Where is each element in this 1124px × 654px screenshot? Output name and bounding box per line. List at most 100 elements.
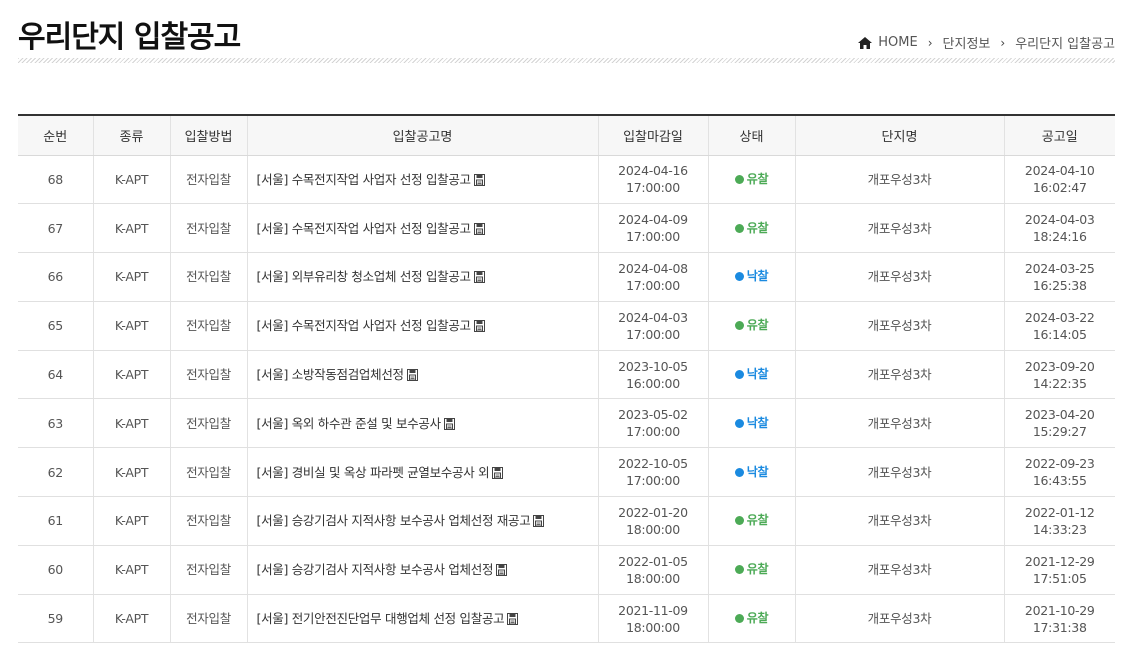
deadline-date: 2021-11-09 xyxy=(618,602,688,618)
bid-title-link[interactable]: [서울] 소방작동점검업체선정 xyxy=(257,367,405,382)
bid-notice-table: 순번 종류 입찰방법 입찰공고명 입찰마감일 상태 단지명 공고일 68 K-AP… xyxy=(18,114,1115,644)
bid-title-link[interactable]: [서울] 승강기검사 지적사항 보수공사 업체선정 재공고 xyxy=(257,513,531,528)
row-complex: 개포우성3차 xyxy=(794,398,1004,449)
row-complex: 개포우성3차 xyxy=(794,301,1004,351)
row-posted: 2024-03-22 16:14:05 xyxy=(1003,301,1115,351)
status-label: 유찰 xyxy=(746,220,769,235)
status-dot-icon xyxy=(734,174,744,184)
chevron-right-icon: › xyxy=(1000,35,1006,50)
posted-time: 18:24:16 xyxy=(1032,229,1087,245)
status-label: 유찰 xyxy=(746,513,769,528)
bid-title-link[interactable]: [서울] 전기안전진단업무 대행업체 선정 입찰공고 xyxy=(257,611,505,626)
row-type: K-APT xyxy=(92,155,170,205)
chevron-right-icon: › xyxy=(927,35,933,50)
row-deadline: 2023-10-05 16:00:00 xyxy=(597,350,708,400)
row-title-cell: [서울] 승강기검사 지적사항 보수공사 업체선정 xyxy=(246,545,598,595)
row-type: K-APT xyxy=(92,594,170,644)
row-posted: 2023-09-20 14:22:35 xyxy=(1003,350,1115,400)
posted-time: 16:43:55 xyxy=(1032,473,1087,489)
row-number: 60 xyxy=(18,545,93,595)
row-number: 62 xyxy=(18,447,93,498)
status-badge: 낙찰 xyxy=(734,415,769,432)
deadline-date: 2022-10-05 xyxy=(618,456,688,472)
table-row[interactable]: 59 K-APT 전자입찰 [서울] 전기안전진단업무 대행업체 선정 입찰공고 202… xyxy=(18,594,1115,644)
status-badge: 낙찰 xyxy=(734,268,769,285)
posted-date: 2022-01-12 xyxy=(1024,504,1095,520)
bid-title-link[interactable]: [서울] 옥외 하수관 준설 및 보수공사 xyxy=(257,416,442,431)
row-number: 61 xyxy=(18,496,93,546)
row-posted: 2024-04-10 16:02:47 xyxy=(1003,155,1115,205)
row-method: 전자입찰 xyxy=(169,301,247,351)
breadcrumb-home-link[interactable]: HOME xyxy=(878,35,917,50)
deadline-time: 17:00:00 xyxy=(626,326,680,342)
deadline-time: 17:00:00 xyxy=(626,424,680,440)
posted-time: 17:31:38 xyxy=(1032,619,1087,635)
table-row[interactable]: 60 K-APT 전자입찰 [서울] 승강기검사 지적사항 보수공사 업체선정 2022… xyxy=(18,545,1115,595)
attachment-file-icon xyxy=(443,417,455,430)
column-header-type: 종류 xyxy=(92,115,170,156)
breadcrumb-current[interactable]: 우리단지 입찰공고 xyxy=(1015,33,1115,52)
row-status: 유찰 xyxy=(707,155,795,205)
posted-time: 14:22:35 xyxy=(1032,375,1087,391)
home-icon[interactable] xyxy=(858,36,873,49)
row-deadline: 2024-04-16 17:00:00 xyxy=(597,155,708,205)
attachment-file-icon xyxy=(496,564,508,577)
table-row[interactable]: 67 K-APT 전자입찰 [서울] 수목전지작업 사업자 선정 입찰공고 2024-0… xyxy=(18,203,1115,254)
status-label: 유찰 xyxy=(746,611,769,626)
posted-date: 2023-09-20 xyxy=(1024,358,1095,374)
attachment-file-icon xyxy=(473,271,485,284)
column-header-title: 입찰공고명 xyxy=(246,115,598,156)
posted-time: 14:33:23 xyxy=(1032,521,1087,537)
row-number: 63 xyxy=(18,398,93,449)
status-badge: 유찰 xyxy=(734,171,769,188)
deadline-date: 2023-10-05 xyxy=(618,358,688,374)
row-type: K-APT xyxy=(92,447,170,498)
bid-title-link[interactable]: [서울] 수목전지작업 사업자 선정 입찰공고 xyxy=(257,221,472,236)
posted-date: 2021-10-29 xyxy=(1024,602,1095,618)
breadcrumb-level1-link[interactable]: 단지정보 xyxy=(943,33,991,52)
row-number: 59 xyxy=(18,594,93,644)
row-complex: 개포우성3차 xyxy=(794,350,1004,400)
status-label: 유찰 xyxy=(746,562,769,577)
row-complex: 개포우성3차 xyxy=(794,545,1004,595)
table-row[interactable]: 65 K-APT 전자입찰 [서울] 수목전지작업 사업자 선정 입찰공고 2024-0… xyxy=(18,301,1115,351)
deadline-time: 16:00:00 xyxy=(626,375,680,391)
column-header-status: 상태 xyxy=(707,115,795,156)
posted-date: 2024-03-22 xyxy=(1024,309,1095,325)
bid-title-link[interactable]: [서울] 경비실 및 옥상 파라펫 균열보수공사 외 xyxy=(257,465,490,480)
row-method: 전자입찰 xyxy=(169,447,247,498)
row-title-cell: [서울] 수목전지작업 사업자 선정 입찰공고 xyxy=(246,203,598,254)
posted-time: 15:29:27 xyxy=(1032,424,1087,440)
table-row[interactable]: 62 K-APT 전자입찰 [서울] 경비실 및 옥상 파라펫 균열보수공사 외 202… xyxy=(18,447,1115,498)
row-title-cell: [서울] 수목전지작업 사업자 선정 입찰공고 xyxy=(246,301,598,351)
row-status: 유찰 xyxy=(707,301,795,351)
table-row[interactable]: 64 K-APT 전자입찰 [서울] 소방작동점검업체선정 2023-10-05 16:0… xyxy=(18,350,1115,400)
row-number: 66 xyxy=(18,252,93,302)
row-deadline: 2021-11-09 18:00:00 xyxy=(597,594,708,644)
row-method: 전자입찰 xyxy=(169,594,247,644)
row-deadline: 2024-04-09 17:00:00 xyxy=(597,203,708,254)
status-badge: 낙찰 xyxy=(734,464,769,481)
row-type: K-APT xyxy=(92,350,170,400)
column-header-method: 입찰방법 xyxy=(169,115,247,156)
status-badge: 유찰 xyxy=(734,512,769,529)
table-row[interactable]: 61 K-APT 전자입찰 [서울] 승강기검사 지적사항 보수공사 업체선정 재공고… xyxy=(18,496,1115,546)
status-label: 유찰 xyxy=(746,318,769,333)
deadline-time: 17:00:00 xyxy=(626,277,680,293)
bid-title-link[interactable]: [서울] 외부유리창 청소업체 선정 입찰공고 xyxy=(257,269,472,284)
row-posted: 2023-04-20 15:29:27 xyxy=(1003,398,1115,449)
attachment-file-icon xyxy=(492,466,504,479)
row-complex: 개포우성3차 xyxy=(794,155,1004,205)
column-header-deadline: 입찰마감일 xyxy=(597,115,708,156)
bid-title-link[interactable]: [서울] 수목전지작업 사업자 선정 입찰공고 xyxy=(257,172,472,187)
row-type: K-APT xyxy=(92,545,170,595)
table-row[interactable]: 68 K-APT 전자입찰 [서울] 수목전지작업 사업자 선정 입찰공고 2024-0… xyxy=(18,155,1115,205)
table-row[interactable]: 66 K-APT 전자입찰 [서울] 외부유리창 청소업체 선정 입찰공고 2024-0… xyxy=(18,252,1115,302)
table-row[interactable]: 63 K-APT 전자입찰 [서울] 옥외 하수관 준설 및 보수공사 2023-05-… xyxy=(18,398,1115,449)
bid-title-link[interactable]: [서울] 수목전지작업 사업자 선정 입찰공고 xyxy=(257,318,472,333)
bid-title-link[interactable]: [서울] 승강기검사 지적사항 보수공사 업체선정 xyxy=(257,562,494,577)
posted-time: 16:14:05 xyxy=(1032,326,1087,342)
status-badge: 낙찰 xyxy=(734,366,769,383)
row-deadline: 2022-10-05 17:00:00 xyxy=(597,447,708,498)
posted-date: 2023-04-20 xyxy=(1024,407,1095,423)
